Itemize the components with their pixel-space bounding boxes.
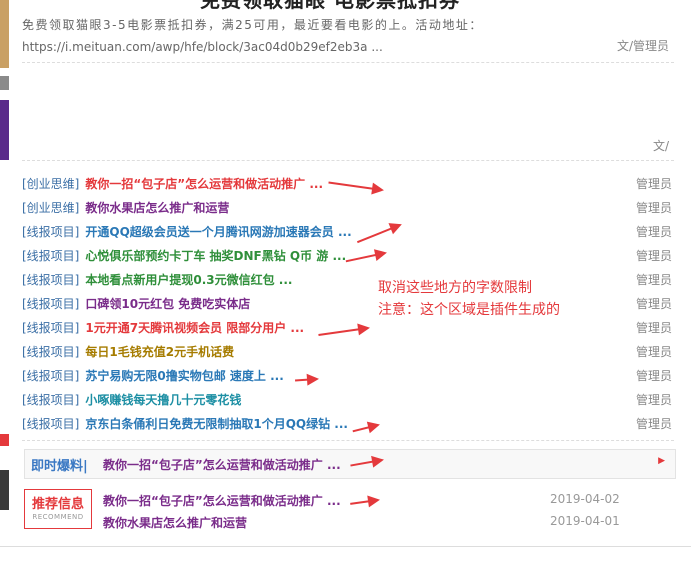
list-item: [线报项目] 本地看点新用户提现0.3元微信红包 ... 管理员 [22, 269, 672, 291]
list-item-title[interactable]: 开通QQ超级会员送一个月腾讯网游加速器会员 ... [85, 225, 351, 239]
list-item-category[interactable]: [线报项目] [22, 393, 79, 407]
list-item-title[interactable]: 口碑领10元红包 免费吃实体店 [85, 297, 250, 311]
post-author: 文/管理员 [616, 39, 669, 53]
list-item-title[interactable]: 每日1毛钱充值2元手机话费 [85, 345, 234, 359]
list-item-author: 管理员 [635, 417, 672, 431]
thumbnail-edge-2 [0, 76, 9, 90]
recommend-date: 2019-04-02 [550, 492, 620, 506]
list-item-category[interactable]: [线报项目] [22, 273, 79, 287]
list-item-author: 管理员 [635, 273, 672, 287]
list-item: [线报项目] 京东白条俑利日免费无限制抽取1个月QQ绿钻 ... 管理员 [22, 413, 672, 435]
list-item-category[interactable]: [线报项目] [22, 225, 79, 239]
list-item-title[interactable]: 苏宁易购无限0撸实物包邮 速度上 ... [85, 369, 283, 383]
list-item: [线报项目] 每日1毛钱充值2元手机话费 管理员 [22, 341, 672, 363]
recommend-item[interactable]: 教你水果店怎么推广和运营 [103, 514, 247, 531]
list-item: [线报项目] 小啄赚钱每天撸几十元零花钱 管理员 [22, 389, 672, 411]
annotation-arrow [350, 499, 379, 505]
list-item-author: 管理员 [635, 225, 672, 239]
thumbnail-edge-3 [0, 100, 9, 160]
excerpt-url[interactable]: https://i.meituan.com/awp/hfe/block/3ac0… [22, 36, 672, 58]
thumbnail-edge-1 [0, 0, 9, 68]
list-item-title[interactable]: 京东白条俑利日免费无限制抽取1个月QQ绿钻 ... [85, 417, 348, 431]
list-item-category[interactable]: [创业思维] [22, 177, 79, 191]
list-item-category[interactable]: [线报项目] [22, 321, 79, 335]
list-item-category[interactable]: [创业思维] [22, 201, 79, 215]
ticker-next-icon[interactable]: ▶ [658, 456, 665, 466]
recommend-badge: 推荐信息 RECOMMEND [24, 489, 92, 529]
list-item-author: 管理员 [635, 369, 672, 383]
list-item: [线报项目] 心悦俱乐部预约卡丁车 抽奖DNF黑钻 Q币 游 ... 管理员 [22, 245, 672, 267]
list-item-author: 管理员 [635, 321, 672, 335]
list-item-category[interactable]: [线报项目] [22, 345, 79, 359]
post-author: 文/ [652, 139, 669, 153]
list-item-author: 管理员 [635, 249, 672, 263]
recommend-label-en: RECOMMEND [32, 513, 84, 521]
list-item-author: 管理员 [635, 177, 672, 191]
list-item: [线报项目] 开通QQ超级会员送一个月腾讯网游加速器会员 ... 管理员 [22, 221, 672, 243]
divider [22, 160, 674, 161]
divider [22, 62, 674, 63]
list-item-category[interactable]: [线报项目] [22, 249, 79, 263]
list-item: [线报项目] 1元开通7天腾讯视频会员 限部分用户 ... 管理员 [22, 317, 672, 339]
list-item: [线报项目] 苏宁易购无限0撸实物包邮 速度上 ... 管理员 [22, 365, 672, 387]
list-item: [创业思维] 教你水果店怎么推广和运营 管理员 [22, 197, 672, 219]
list-item-title[interactable]: 1元开通7天腾讯视频会员 限部分用户 ... [85, 321, 304, 335]
ticker-label: 即时爆料| [31, 459, 88, 474]
thumbnail-edge-4 [0, 434, 9, 446]
divider [0, 546, 691, 547]
list-item-title[interactable]: 心悦俱乐部预约卡丁车 抽奖DNF黑钻 Q币 游 ... [85, 249, 346, 263]
recommend-date: 2019-04-01 [550, 514, 620, 528]
list-item-author: 管理员 [635, 297, 672, 311]
excerpt-text: 免费领取猫眼3-5电影票抵扣券，满25可用，最近要看电影的上。活动地址： [22, 18, 483, 32]
post-excerpt: 免费领取猫眼3-5电影票抵扣券，满25可用，最近要看电影的上。活动地址： htt… [22, 14, 672, 58]
list-item-author: 管理员 [635, 393, 672, 407]
list-item-category[interactable]: [线报项目] [22, 297, 79, 311]
ticker-link[interactable]: 教你一招“包子店”怎么运营和做活动推广 ... [103, 456, 341, 473]
list-item-category[interactable]: [线报项目] [22, 417, 79, 431]
list-item: [线报项目] 口碑领10元红包 免费吃实体店 管理员 [22, 293, 672, 315]
list-item-title[interactable]: 小啄赚钱每天撸几十元零花钱 [85, 393, 241, 407]
recommend-label: 推荐信息 [31, 497, 84, 512]
list-item-title[interactable]: 教你一招“包子店”怎么运营和做活动推广 ... [85, 177, 323, 191]
list-item-title[interactable]: 教你水果店怎么推广和运营 [85, 201, 229, 215]
annotation-line-1: 取消这些地方的字数限制 [378, 280, 532, 296]
annotation-line-2: 注意：这个区域是插件生成的 [378, 302, 560, 318]
list-item-author: 管理员 [635, 201, 672, 215]
list-item-category[interactable]: [线报项目] [22, 369, 79, 383]
divider [22, 440, 674, 441]
thumbnail-edge-5 [0, 470, 9, 510]
list-item-title[interactable]: 本地看点新用户提现0.3元微信红包 ... [85, 273, 292, 287]
recommend-item[interactable]: 教你一招“包子店”怎么运营和做活动推广 ... [103, 492, 341, 509]
post-title-fragment[interactable]: 免费领取猫眼 电影票抵扣券 [200, 0, 460, 13]
list-item-author: 管理员 [635, 345, 672, 359]
